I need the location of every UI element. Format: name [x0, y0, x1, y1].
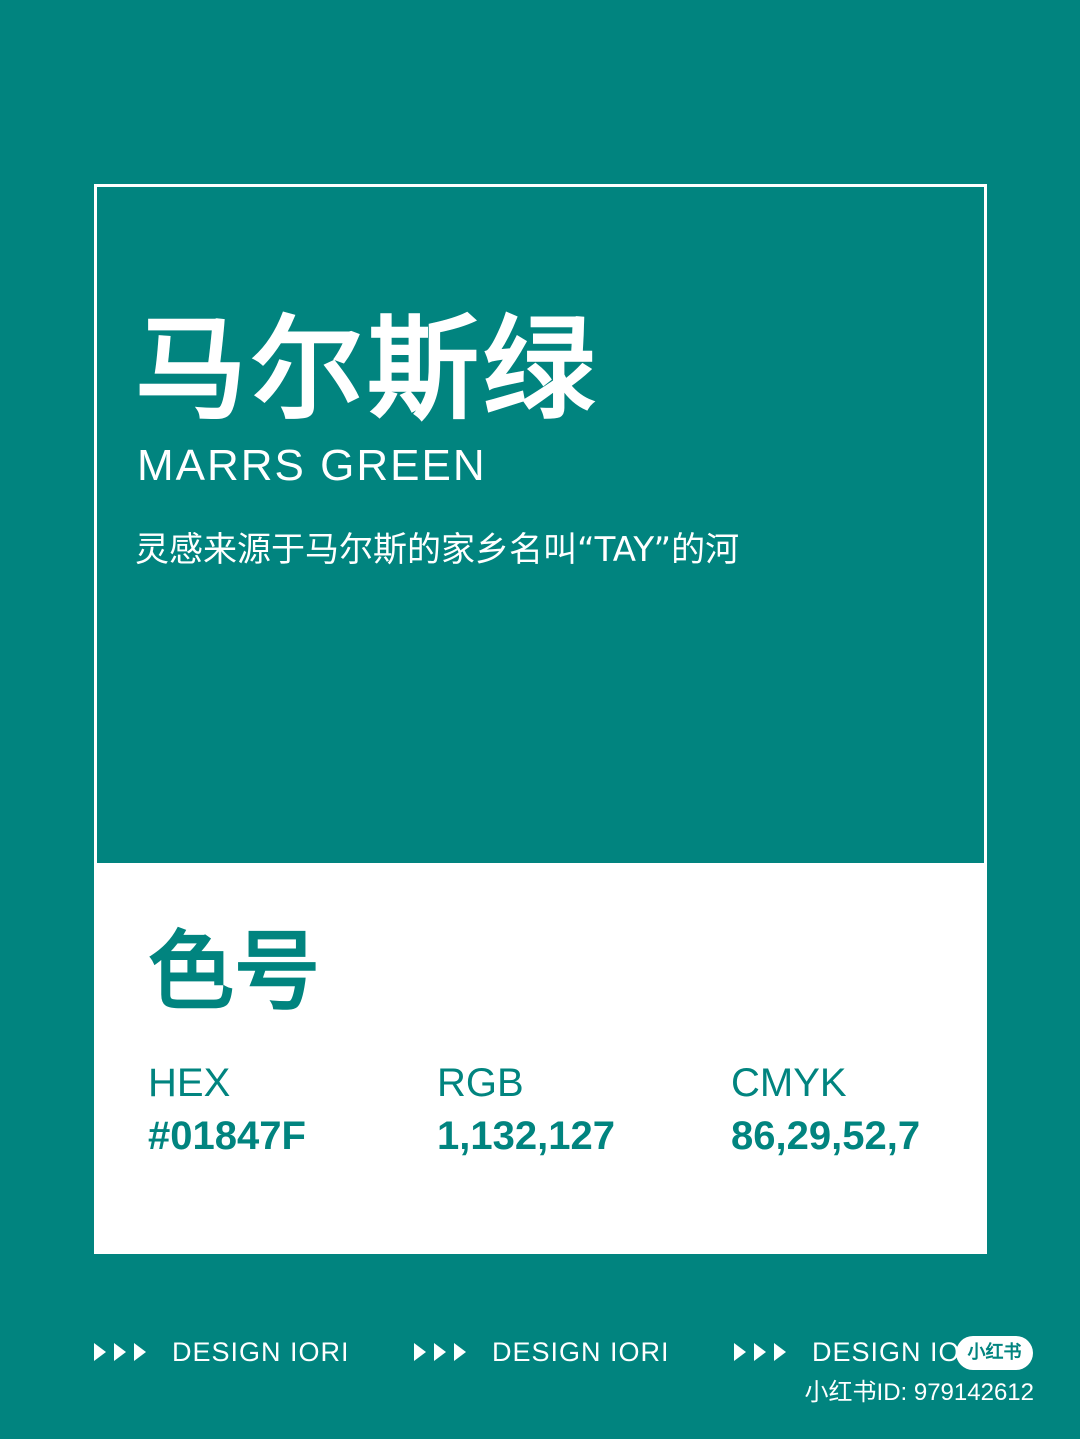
hex-value: #01847F — [148, 1114, 306, 1158]
color-name-chinese: 马尔斯绿 — [135, 305, 599, 435]
footer-brand-text: DESIGN IORI — [172, 1336, 350, 1367]
rgb-code: RGB 1,132,127 — [437, 1060, 615, 1162]
cmyk-value: 86,29,52,7 — [731, 1114, 921, 1158]
cmyk-label: CMYK — [731, 1061, 847, 1105]
rgb-label: RGB — [437, 1061, 524, 1105]
watermark-id: 小红书ID: 979142612 — [804, 1379, 1034, 1406]
color-description: 灵感来源于马尔斯的家乡名叫“TAY”的河 — [135, 530, 740, 570]
color-name-english: MARRS GREEN — [137, 441, 487, 490]
footer-brand-3: DESIGN IORI — [734, 1334, 990, 1370]
triple-arrow-icon — [734, 1342, 788, 1362]
cmyk-code: CMYK 86,29,52,7 — [731, 1060, 920, 1162]
triple-arrow-icon — [414, 1342, 468, 1362]
hex-code: HEX #01847F — [148, 1060, 306, 1162]
footer-brand-text: DESIGN IORI — [492, 1336, 670, 1367]
color-code-title: 色号 — [148, 922, 320, 1022]
color-swatch-panel — [97, 187, 984, 863]
triple-arrow-icon — [94, 1342, 148, 1362]
hex-label: HEX — [148, 1061, 231, 1105]
footer-brand-1: DESIGN IORI — [94, 1334, 350, 1370]
footer-brand-2: DESIGN IORI — [414, 1334, 670, 1370]
rgb-value: 1,132,127 — [437, 1114, 615, 1158]
xiaohongshu-logo-badge: 小红书 — [956, 1336, 1033, 1370]
